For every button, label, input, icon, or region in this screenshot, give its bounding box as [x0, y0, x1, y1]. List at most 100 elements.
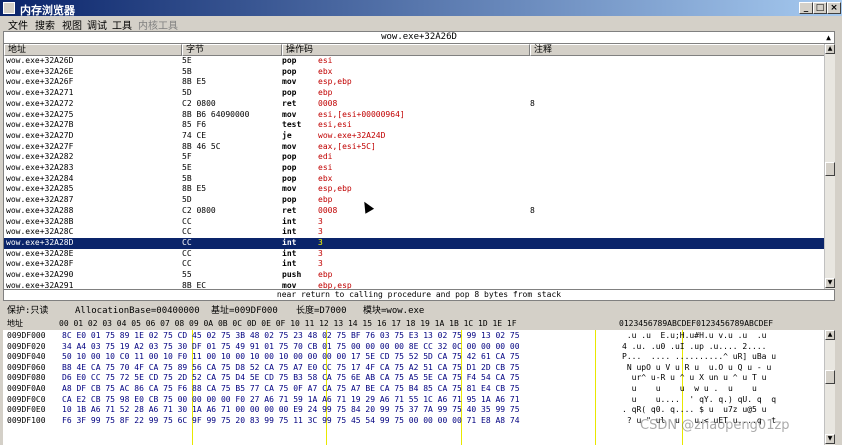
disasm-row[interactable]: wow.exe+32A291 8B EC mov ebp,esp: [4, 281, 826, 289]
disasm-row[interactable]: wow.exe+32A271 5D pop ebp: [4, 88, 826, 99]
disasm-mnemonic: mov: [282, 109, 297, 119]
disasm-mnemonic: pop: [282, 56, 297, 65]
menu-tools[interactable]: 工具: [112, 17, 132, 32]
disasm-address: wow.exe+32A28B: [6, 216, 74, 226]
disasm-bytes: 5D: [182, 88, 192, 98]
disasm-row[interactable]: wow.exe+32A288 C2 0800 ret 0008 8: [4, 206, 826, 217]
hex-header-address: 地址: [7, 319, 23, 328]
hex-bytes: CA E2 CB 75 98 E0 CB 75 00 00 00 00 F0 2…: [62, 394, 520, 404]
hex-header-ascii: 0123456789ABCDEF0123456789ABCDEF: [619, 319, 774, 328]
hex-scroll-thumb[interactable]: [825, 370, 835, 384]
column-header-bytes[interactable]: 字节: [182, 44, 282, 56]
disasm-row[interactable]: wow.exe+32A287 5D pop ebp: [4, 195, 826, 206]
hex-address: 009DF020: [7, 341, 46, 351]
disasm-row[interactable]: wow.exe+32A275 8B B6 64090000 mov esi,[esi+…: [4, 110, 826, 121]
disasm-mnemonic: int: [282, 227, 297, 237]
disasm-operands: esi,[esi+00000964]: [318, 109, 405, 119]
disasm-address: wow.exe+32A283: [6, 163, 74, 172]
hex-header-bytes: 00 01 02 03 04 05 06 07 08 09 0A 0B 0C 0…: [59, 319, 517, 328]
hex-address: 009DF0C0: [7, 394, 46, 404]
disasm-operands: ebx: [318, 66, 333, 76]
hex-bytes: 10 1B A6 71 52 28 A6 71 30 1A A6 71 00 0…: [62, 405, 520, 415]
disasm-operands: esi: [318, 56, 333, 65]
hex-bytes: A8 DF CB 75 AC 86 CA 75 F6 88 CA 75 B5 7…: [62, 384, 520, 393]
disasm-operands: 3: [318, 248, 323, 258]
instruction-description: near return to calling procedure and pop…: [3, 289, 835, 301]
disasm-address: wow.exe+32A287: [6, 195, 74, 205]
disasm-row[interactable]: wow.exe+32A28F CC int 3: [4, 259, 826, 270]
disasm-address: wow.exe+32A28D: [6, 237, 74, 247]
menu-view[interactable]: 视图: [62, 17, 82, 32]
disasm-address: wow.exe+32A290: [6, 270, 74, 279]
disasm-operands: esp,ebp: [318, 77, 352, 87]
hex-ascii: N upO u V u R u u.O u Q u - u: [622, 362, 772, 372]
disasm-operands: 3: [318, 227, 323, 237]
disasm-address: wow.exe+32A28E: [6, 248, 74, 258]
hex-scroll-down-arrow-icon[interactable]: ▼: [825, 434, 835, 444]
menu-search[interactable]: 搜索: [35, 17, 55, 32]
disasm-row[interactable]: wow.exe+32A283 5E pop esi: [4, 163, 826, 174]
column-header-address[interactable]: 地址: [4, 44, 182, 56]
disasm-scrollbar[interactable]: ▲ ▼: [824, 44, 835, 289]
disasm-bytes: 5E: [182, 163, 192, 172]
disasm-address-caption: wow.exe+32A26D ▲: [3, 31, 835, 44]
disasm-mnemonic: test: [282, 120, 302, 130]
disasm-row[interactable]: wow.exe+32A27B 85 F6 test esi,esi: [4, 120, 826, 131]
column-header-comment[interactable]: 注释: [530, 44, 826, 56]
disasm-operands: esi,esi: [318, 120, 352, 130]
disasm-address: wow.exe+32A272: [6, 98, 74, 108]
menu-file[interactable]: 文件: [8, 17, 28, 32]
disasm-mnemonic: mov: [282, 141, 297, 151]
hex-ascii: ur^ u-R u ^ u X un u ^ u T u: [622, 373, 767, 383]
disasm-row[interactable]: wow.exe+32A284 5B pop ebx: [4, 174, 826, 185]
menu-kernel-tools[interactable]: 内核工具: [138, 17, 178, 32]
disasm-address: wow.exe+32A291: [6, 280, 74, 289]
close-button[interactable]: ×: [827, 2, 841, 14]
disasm-row[interactable]: wow.exe+32A282 5F pop edi: [4, 152, 826, 163]
disasm-row[interactable]: wow.exe+32A26E 5B pop ebx: [4, 67, 826, 78]
hex-address: 009DF0A0: [7, 384, 46, 393]
disasm-row[interactable]: wow.exe+32A272 C2 0800 ret 0008 8: [4, 99, 826, 110]
hex-address: 009DF060: [7, 362, 46, 372]
allocation-base-info: AllocationBase=00400000: [75, 306, 200, 316]
hex-scrollbar[interactable]: ▲ ▼: [824, 330, 835, 445]
hex-ascii: .u .u E.u;H.u#H.u v.u .u .u: [622, 331, 767, 340]
scroll-thumb[interactable]: [825, 162, 835, 176]
maximize-button[interactable]: □: [813, 2, 827, 14]
disasm-row-selected[interactable]: wow.exe+32A28D CC int 3: [4, 237, 826, 249]
disasm-bytes: 55: [182, 270, 192, 279]
disasm-mnemonic: pop: [282, 152, 297, 162]
disasm-bytes: 5D: [182, 195, 192, 205]
disasm-row[interactable]: wow.exe+32A28B CC int 3: [4, 217, 826, 228]
disasm-row[interactable]: wow.exe+32A27D 74 CE je wow.exe+32A24D: [4, 131, 826, 142]
disasm-mnemonic: ret: [282, 98, 297, 108]
disasm-row[interactable]: wow.exe+32A27F 8B 46 5C mov eax,[esi+5C]: [4, 142, 826, 153]
disasm-mnemonic: je: [282, 130, 292, 140]
caption-up-arrow-icon[interactable]: ▲: [826, 32, 831, 43]
menu-bar: 文件 搜索 视图 调试 工具 内核工具: [0, 16, 842, 32]
disassembler-view[interactable]: 地址 字节 操作码 注释 wow.exe+32A26D 5E pop esi wow.e…: [3, 44, 835, 289]
menu-debug[interactable]: 调试: [87, 17, 107, 32]
disasm-bytes: 8B E5: [182, 184, 207, 194]
disasm-row[interactable]: wow.exe+32A290 55 push ebp: [4, 270, 826, 281]
hex-ascii: u u u w u . u u: [622, 384, 757, 393]
hex-ascii: u u.... ' qY. q.) qU. q q: [622, 394, 777, 404]
minimize-button[interactable]: _: [799, 2, 813, 14]
disasm-caption-text: wow.exe+32A26D: [381, 32, 457, 42]
hex-bytes: B8 4E CA 75 70 4F CA 75 89 56 CA 75 D8 5…: [62, 362, 520, 372]
scroll-down-arrow-icon[interactable]: ▼: [825, 278, 835, 288]
disasm-row[interactable]: wow.exe+32A26D 5E pop esi: [4, 56, 826, 67]
app-icon: [3, 2, 15, 14]
disasm-row[interactable]: wow.exe+32A285 8B E5 mov esp,ebp: [4, 184, 826, 195]
hex-bytes: D6 E0 CC 75 72 5E CD 75 2D 52 CA 75 D4 5…: [62, 373, 520, 383]
column-header-opcode[interactable]: 操作码: [282, 44, 530, 56]
title-bar[interactable]: 内存浏览器 _ □ ×: [0, 0, 842, 17]
disasm-row[interactable]: wow.exe+32A26F 8B E5 mov esp,ebp: [4, 77, 826, 88]
disasm-operands: eax,[esi+5C]: [318, 141, 376, 151]
disasm-row[interactable]: wow.exe+32A28C CC int 3: [4, 227, 826, 238]
disasm-mnemonic: push: [282, 270, 302, 279]
hex-scroll-up-arrow-icon[interactable]: ▲: [825, 330, 835, 340]
disasm-bytes: 85 F6: [182, 120, 207, 130]
scroll-up-arrow-icon[interactable]: ▲: [825, 44, 835, 54]
disasm-row[interactable]: wow.exe+32A28E CC int 3: [4, 249, 826, 260]
